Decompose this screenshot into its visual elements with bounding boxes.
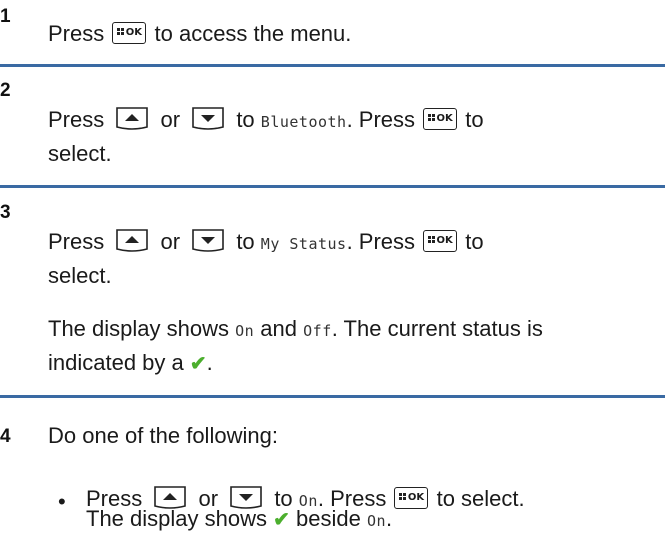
step-3-line-3: The display shows On and Off. The curren… xyxy=(48,316,543,341)
down-arrow-key-icon xyxy=(192,107,224,130)
up-arrow-key-icon xyxy=(116,229,149,252)
up-arrow-key-icon xyxy=(116,107,149,130)
checkmark-icon: ✔ xyxy=(189,353,207,375)
step-1-rest: to access the menu. xyxy=(154,21,352,46)
step-number-1: 1 xyxy=(0,6,11,27)
status-off: Off xyxy=(303,322,332,340)
step-2-line-2: select. xyxy=(48,141,112,166)
menu-item-my-status: My Status xyxy=(260,235,347,253)
step-3-line-2: select. xyxy=(48,263,112,288)
step-3-line-1: Press or to My Status. Press OK to xyxy=(48,229,484,254)
step-divider xyxy=(0,64,665,67)
step-3-line-4: indicated by a ✔. xyxy=(48,350,213,375)
step-4-bullet-line-2: The display shows ✔ beside On. xyxy=(86,506,393,531)
step-4-intro: Do one of the following: xyxy=(48,423,278,448)
menu-ok-key-icon: OK xyxy=(423,108,458,131)
step-1-press: Press xyxy=(48,21,105,46)
menu-ok-key-icon: OK xyxy=(394,487,429,510)
step-1-text: Press OK to access the menu. xyxy=(48,19,351,49)
step-divider xyxy=(0,185,665,188)
status-on: On xyxy=(235,322,255,340)
checkmark-icon: ✔ xyxy=(273,509,290,531)
status-on: On xyxy=(366,512,387,530)
step-2-line-1: Press or to Bluetooth. Press OK to xyxy=(48,107,484,132)
menu-ok-key-icon: OK xyxy=(423,230,458,253)
step-number-2: 2 xyxy=(0,80,11,101)
menu-item-bluetooth: Bluetooth xyxy=(260,113,347,131)
bullet-marker: • xyxy=(58,489,66,514)
step-number-3: 3 xyxy=(0,202,11,223)
step-number-4: 4 xyxy=(0,426,11,447)
menu-ok-key-icon: OK xyxy=(112,22,147,45)
step-divider xyxy=(0,395,665,398)
down-arrow-key-icon xyxy=(192,229,224,252)
